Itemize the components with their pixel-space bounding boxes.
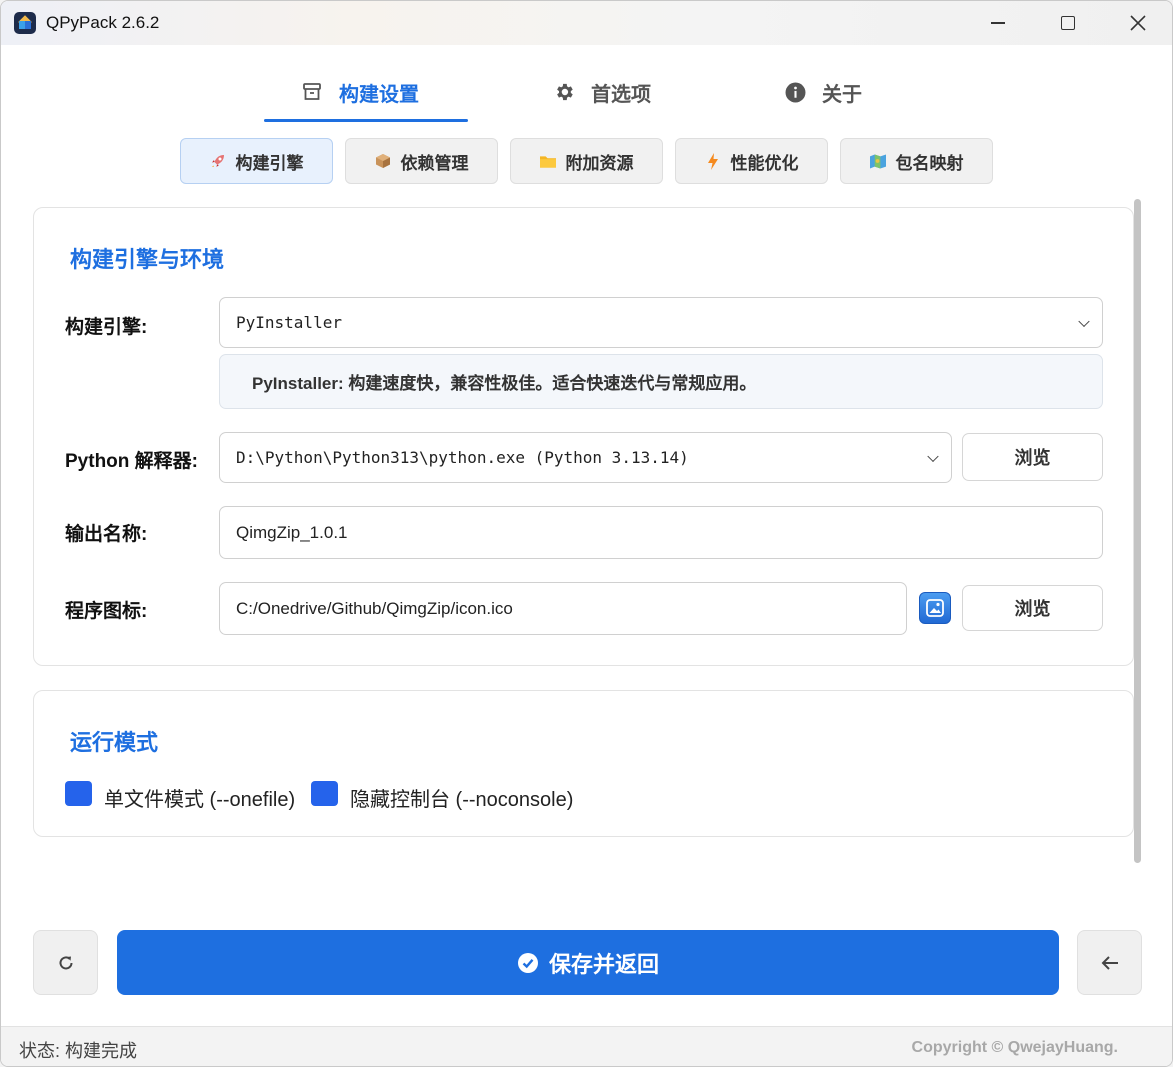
subtab-build-engine[interactable]: 构建引擎: [180, 138, 333, 184]
app-logo-icon: [14, 12, 36, 34]
icon-path-value: C:/Onedrive/Github/QimgZip/icon.ico: [236, 598, 513, 618]
onefile-label[interactable]: 单文件模式 (--onefile): [104, 783, 295, 812]
gear-icon: [553, 81, 575, 103]
engine-card: 构建引擎与环境 构建引擎: PyInstaller PyInstaller: 构…: [33, 207, 1134, 666]
output-name-input[interactable]: QimgZip_1.0.1: [219, 506, 1103, 559]
lightning-icon: [705, 152, 721, 170]
python-interpreter-select[interactable]: D:\Python\Python313\python.exe (Python 3…: [219, 432, 952, 483]
info-icon: [784, 81, 806, 103]
window-title: QPyPack 2.6.2: [46, 13, 160, 32]
onefile-checkbox[interactable]: [65, 781, 92, 806]
subtab-resources[interactable]: 附加资源: [510, 138, 663, 184]
output-name-value: QimgZip_1.0.1: [236, 522, 348, 542]
arrow-left-icon: [1101, 955, 1118, 970]
engine-select[interactable]: PyInstaller: [219, 297, 1103, 348]
map-icon: [869, 153, 886, 169]
save-button-label: 保存并返回: [548, 951, 659, 977]
back-button[interactable]: [1077, 930, 1142, 995]
browse-icon-button[interactable]: 浏览: [962, 585, 1103, 631]
output-name-label: 输出名称:: [65, 524, 148, 545]
refresh-button[interactable]: [33, 930, 98, 995]
run-mode-title: 运行模式: [70, 730, 159, 755]
icon-preview-button[interactable]: [919, 592, 951, 624]
tab-preferences[interactable]: 首选项: [553, 75, 651, 109]
close-icon: [1130, 15, 1146, 31]
save-and-return-button[interactable]: 保存并返回: [117, 930, 1059, 995]
icon-path-input[interactable]: C:/Onedrive/Github/QimgZip/icon.ico: [219, 582, 907, 635]
refresh-icon: [59, 955, 72, 969]
status-bar: 状态: 构建完成 Copyright © QwejayHuang.: [1, 1026, 1172, 1066]
subtab-label: 构建引擎: [235, 153, 304, 173]
minimize-icon: [991, 22, 1005, 24]
image-icon: [926, 599, 944, 617]
browse-python-button[interactable]: 浏览: [962, 433, 1103, 481]
tab-label: 关于: [822, 83, 862, 106]
package-icon: [375, 153, 391, 169]
maximize-button[interactable]: [1033, 1, 1103, 45]
engine-hint: PyInstaller: 构建速度快，兼容性极佳。适合快速迭代与常规应用。: [219, 354, 1103, 409]
title-bar: QPyPack 2.6.2: [1, 1, 1172, 45]
icon-label: 程序图标:: [65, 601, 148, 622]
noconsole-checkbox[interactable]: [311, 781, 338, 806]
rocket-icon: [210, 153, 226, 169]
close-button[interactable]: [1103, 1, 1172, 45]
status-text: 状态: 构建完成: [19, 1041, 138, 1061]
check-circle-icon: [517, 952, 538, 973]
subtab-package-mapping[interactable]: 包名映射: [840, 138, 993, 184]
noconsole-label[interactable]: 隐藏控制台 (--noconsole): [350, 783, 573, 812]
python-label: Python 解释器:: [65, 451, 198, 472]
folder-icon: [539, 153, 556, 169]
tab-about[interactable]: 关于: [784, 75, 862, 109]
engine-card-title: 构建引擎与环境: [70, 247, 225, 272]
subtab-label: 包名映射: [895, 153, 964, 173]
tab-label: 首选项: [591, 83, 651, 106]
tab-label: 构建设置: [339, 83, 419, 106]
subtab-performance[interactable]: 性能优化: [675, 138, 828, 184]
app-window: QPyPack 2.6.2 构建设置 首选项 关于 构建引擎 依赖管理 附加资源…: [0, 0, 1173, 1067]
scrollbar-thumb[interactable]: [1134, 199, 1141, 863]
chevron-down-icon: [927, 450, 939, 462]
python-select-value: D:\Python\Python313\python.exe (Python 3…: [236, 448, 689, 467]
archive-icon: [301, 81, 323, 103]
minimize-button[interactable]: [963, 1, 1033, 45]
active-tab-indicator: [264, 119, 468, 122]
engine-select-value: PyInstaller: [236, 313, 342, 332]
engine-label: 构建引擎:: [65, 317, 148, 338]
subtab-label: 性能优化: [730, 153, 799, 173]
maximize-icon: [1061, 16, 1075, 30]
run-mode-card: 运行模式 单文件模式 (--onefile) 隐藏控制台 (--noconsol…: [33, 690, 1134, 837]
copyright-text: Copyright © QwejayHuang.: [911, 1039, 1118, 1056]
tab-build-settings[interactable]: 构建设置: [301, 75, 419, 109]
subtab-label: 附加资源: [565, 153, 634, 173]
subtab-label: 依赖管理: [400, 153, 469, 173]
chevron-down-icon: [1078, 315, 1090, 327]
subtab-dependencies[interactable]: 依赖管理: [345, 138, 498, 184]
